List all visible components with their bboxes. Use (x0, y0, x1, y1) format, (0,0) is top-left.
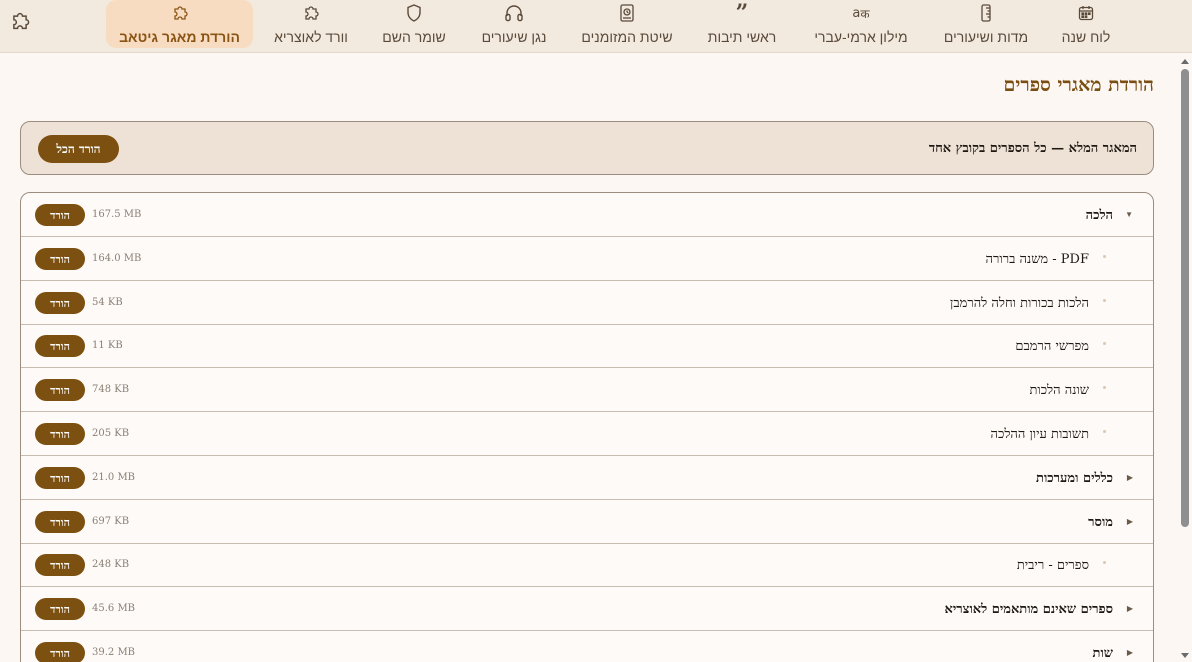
book-name: שונה הלכות (1029, 383, 1089, 398)
file-size: 167.5 MB (92, 209, 142, 220)
download-button[interactable]: הורד (35, 248, 85, 270)
bullet-icon (1103, 386, 1106, 389)
file-size: 248 KB (92, 559, 130, 570)
tab-label: מדות ושיעורים (943, 29, 1029, 45)
tab-shomer-hashem[interactable]: שומר השם (376, 0, 452, 48)
tab-word-to-otzaria[interactable]: וורד לאוצריא (268, 0, 354, 48)
tab-lesson-player[interactable]: נגן שיעורים (474, 0, 554, 48)
tab-label: הורדת מאגר גיטאב (119, 29, 240, 45)
full-repository-description: המאגר המלא — כל הספרים בקובץ אחד (928, 141, 1137, 156)
bullet-icon (1103, 342, 1106, 345)
file-size: 697 KB (92, 516, 130, 527)
file-size: 39.2 MB (92, 647, 136, 658)
full-repository-card: המאגר המלא — כל הספרים בקובץ אחד הורד הכ… (20, 121, 1154, 175)
bullet-icon (1103, 430, 1106, 433)
list-item: ▼ הלכה 167.5 MB הורד (21, 193, 1153, 237)
list-item: שונה הלכות 748 KB הורד (21, 368, 1153, 412)
translate-icon: aक (852, 5, 870, 21)
expand-triangle-icon[interactable]: ▶ (1127, 473, 1133, 482)
list-item: מפרשי הרמבם 11 KB הורד (21, 324, 1153, 368)
list-item: ספרים - ריבית 248 KB הורד (21, 543, 1153, 587)
tab-github-download[interactable]: הורדת מאגר גיטאב (106, 0, 253, 48)
file-size: 11 KB (92, 340, 123, 351)
expand-triangle-icon[interactable]: ▶ (1127, 517, 1133, 526)
scroll-down-arrow-icon[interactable] (1181, 653, 1189, 658)
tab-zmanim-method[interactable]: שיטת המזומנים (578, 0, 676, 48)
book-name: ספרים - ריבית (1016, 558, 1089, 573)
repository-list: ▼ הלכה 167.5 MB הורד PDF - משנה ברורה 16… (20, 192, 1154, 662)
tab-abbreviations[interactable]: ” ראשי תיבות (700, 0, 784, 48)
list-item: ▶ ספרים שאינם מותאמים לאוצריא 45.6 MB הו… (21, 587, 1153, 631)
settings-button[interactable] (8, 11, 32, 35)
download-all-button[interactable]: הורד הכל (38, 135, 119, 163)
tab-label: מילון ארמי-עברי (814, 29, 908, 45)
list-item: תשובות עיון ההלכה 205 KB הורד (21, 412, 1153, 456)
puzzle-icon (171, 2, 189, 24)
list-item: ▶ כללים ומערכות 21.0 MB הורד (21, 456, 1153, 500)
ruler-icon (978, 2, 994, 24)
vertical-scrollbar[interactable] (1178, 53, 1192, 662)
download-button[interactable]: הורד (35, 379, 85, 401)
download-button[interactable]: הורד (35, 511, 85, 533)
download-button[interactable]: הורד (35, 554, 85, 576)
category-name: מוסר (1088, 515, 1113, 530)
book-name: הלכות בכורות וחלה להרמבן (950, 296, 1089, 311)
download-button[interactable]: הורד (35, 335, 85, 357)
download-button[interactable]: הורד (35, 598, 85, 620)
download-button[interactable]: הורד (35, 423, 85, 445)
tab-label: שיטת המזומנים (581, 29, 673, 45)
file-size: 748 KB (92, 384, 130, 395)
book-icon (619, 2, 635, 24)
quote-icon: ” (735, 0, 749, 26)
file-size: 21.0 MB (92, 472, 136, 483)
tab-measures[interactable]: מדות ושיעורים (940, 0, 1032, 48)
bullet-icon (1103, 299, 1106, 302)
tab-label: נגן שיעורים (481, 29, 547, 45)
scrollbar-thumb[interactable] (1181, 69, 1189, 527)
tab-dictionary[interactable]: aक מילון ארמי-עברי (810, 0, 912, 48)
tab-label: לוח שנה (1061, 29, 1111, 45)
tab-label: שומר השם (382, 29, 446, 45)
tab-calendar[interactable]: לוח שנה (1050, 0, 1122, 48)
file-size: 45.6 MB (92, 603, 136, 614)
file-size: 54 KB (92, 297, 123, 308)
calendar-icon (1078, 2, 1094, 24)
download-button[interactable]: הורד (35, 642, 85, 662)
category-name: שות (1092, 646, 1113, 661)
puzzle-icon (302, 2, 320, 24)
top-navigation: לוח שנה מדות ושיעורים aक מילון ארמי-עברי… (0, 0, 1192, 53)
bullet-icon (1103, 255, 1106, 258)
book-name: מפרשי הרמבם (1015, 339, 1089, 354)
file-size: 164.0 MB (92, 253, 142, 264)
category-name: הלכה (1085, 208, 1113, 223)
scroll-up-arrow-icon[interactable] (1181, 59, 1189, 64)
list-item: ▶ שות 39.2 MB הורד (21, 631, 1153, 662)
list-item: PDF - משנה ברורה 164.0 MB הורד (21, 237, 1153, 281)
list-item: ▶ מוסר 697 KB הורד (21, 500, 1153, 544)
bullet-icon (1103, 561, 1106, 564)
puzzle-settings-icon (9, 10, 31, 37)
file-size: 205 KB (92, 428, 130, 439)
expand-triangle-icon[interactable]: ▶ (1127, 648, 1133, 657)
page-title: הורדת מאגרי ספרים (1003, 74, 1154, 96)
collapse-triangle-icon[interactable]: ▼ (1125, 210, 1133, 219)
tab-label: וורד לאוצריא (274, 29, 348, 45)
headphones-icon (504, 2, 524, 24)
book-name: PDF - משנה ברורה (985, 252, 1089, 267)
book-name: תשובות עיון ההלכה (990, 427, 1089, 442)
tab-label: ראשי תיבות (707, 29, 777, 45)
shield-icon (406, 2, 422, 24)
download-button[interactable]: הורד (35, 204, 85, 226)
download-button[interactable]: הורד (35, 292, 85, 314)
list-item: הלכות בכורות וחלה להרמבן 54 KB הורד (21, 281, 1153, 325)
category-name: כללים ומערכות (1036, 471, 1113, 486)
download-button[interactable]: הורד (35, 467, 85, 489)
expand-triangle-icon[interactable]: ▶ (1127, 604, 1133, 613)
category-name: ספרים שאינם מותאמים לאוצריא (944, 602, 1114, 617)
